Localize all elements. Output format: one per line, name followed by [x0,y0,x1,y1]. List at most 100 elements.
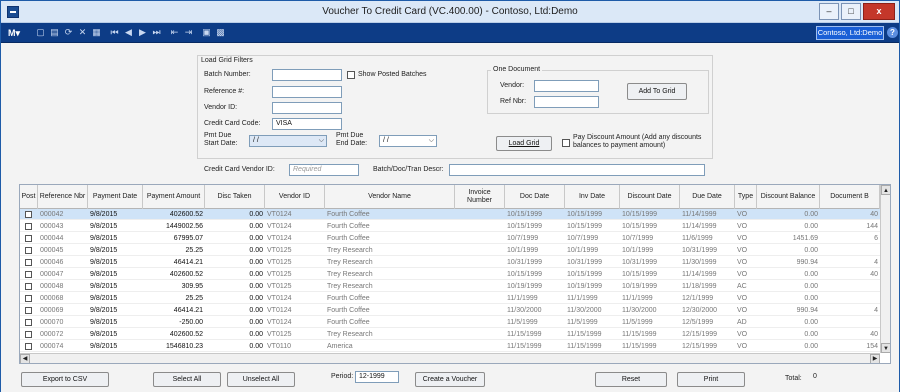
refresh-icon[interactable]: ⟳ [63,27,74,38]
print-button[interactable]: Print [677,372,745,387]
table-row[interactable]: 000046 9/8/2015 46414.21 0.00 VT0125 Trey Res… [20,257,880,269]
post-checkbox[interactable] [25,295,32,302]
cell-type: VO [737,259,748,266]
post-checkbox[interactable] [25,235,32,242]
cell-due-date: 12/30/2000 [682,307,718,314]
create-voucher-button[interactable]: Create a Voucher [415,372,485,387]
post-checkbox[interactable] [25,223,32,230]
show-posted-batches-checkbox[interactable] [347,71,355,79]
batch-descr-field[interactable] [449,164,705,176]
pay-discount-checkbox[interactable] [562,139,570,147]
last-icon[interactable]: ⏭ [151,27,162,38]
cell-disc-taken: 0.00 [249,307,263,314]
select-all-button[interactable]: Select All [153,372,221,387]
export-csv-button[interactable]: Export to CSV [21,372,109,387]
table-row[interactable]: 000043 9/8/2015 1449002.56 0.00 VT0124 Fourth… [20,221,880,233]
column-header-type[interactable]: Type [735,185,757,209]
first-icon[interactable]: ⏮ [109,27,120,38]
minimize-button[interactable]: – [819,3,839,20]
cell-payment-amount: 402600.52 [169,211,203,218]
credit-card-code-field[interactable]: VISA [272,118,342,130]
cell-payment-date: 9/8/2015 [90,283,118,290]
cell-disc-taken: 0.00 [249,295,263,302]
cell-due-date: 12/1/1999 [682,295,714,302]
period-field[interactable]: 12-1999 [355,371,399,383]
cell-discount-date: 10/15/1999 [622,271,658,278]
report-icon[interactable]: ▣ [201,27,212,38]
table-row[interactable]: 000047 9/8/2015 402600.52 0.00 VT0125 Trey Re… [20,269,880,281]
cell-type: VO [737,211,748,218]
batch-number-field[interactable] [272,69,342,81]
post-checkbox[interactable] [25,259,32,266]
column-header-doc-date[interactable]: Doc Date [505,185,565,209]
table-row[interactable]: 000072 9/8/2015 402600.52 0.00 VT0125 Trey Re… [20,329,880,341]
table-row[interactable]: 000068 9/8/2015 25.25 0.00 VT0124 Fourth Coff… [20,293,880,305]
cell-reference-nbr: 000069 [40,307,64,314]
add-to-grid-button[interactable]: Add To Grid [627,83,687,100]
table-row[interactable]: 000042 9/8/2015 402600.52 0.00 VT0124 Fourth … [20,209,880,221]
vendor-id-field[interactable] [272,102,342,114]
column-header-payment-amount[interactable]: Payment Amount [143,185,205,209]
cell-vendor-name: Trey Research [327,271,373,278]
table-row[interactable]: 000048 9/8/2015 309.95 0.00 VT0125 Trey Resea… [20,281,880,293]
previous-icon[interactable]: ◀ [123,27,134,38]
pmt-due-end-date-picker[interactable]: / / ⌵ [379,135,437,147]
new-icon[interactable]: ▢ [35,27,46,38]
column-header-discount-balance[interactable]: Discount Balance [757,185,820,209]
company-badge[interactable]: Contoso, Ltd:Demo [816,26,884,40]
column-header-payment-date[interactable]: Payment Date [88,185,143,209]
post-checkbox[interactable] [25,247,32,254]
unselect-all-button[interactable]: Unselect All [227,372,295,387]
ref-nbr-field[interactable] [534,96,599,108]
chevron-down-icon: ⌵ [318,137,324,144]
action2-icon[interactable]: ⇥ [183,27,194,38]
delete-icon[interactable]: ✕ [77,27,88,38]
app-menu-button[interactable]: M▾ [5,26,31,40]
post-checkbox[interactable] [25,271,32,278]
cell-document-balance: 40 [870,211,878,218]
scroll-down-icon[interactable]: ▼ [881,343,890,353]
reset-button[interactable]: Reset [595,372,667,387]
cell-inv-date: 10/15/1999 [567,223,603,230]
table-row[interactable]: 000044 9/8/2015 67995.07 0.00 VT0124 Fourth C… [20,233,880,245]
column-header-due-date[interactable]: Due Date [680,185,735,209]
save-icon[interactable]: ▤ [49,27,60,38]
post-checkbox[interactable] [25,307,32,314]
post-checkbox[interactable] [25,211,32,218]
horizontal-scrollbar[interactable]: ◀ ▶ [20,353,880,363]
pmt-due-start-date-picker[interactable]: / / ⌵ [249,135,327,147]
close-button[interactable]: x [863,3,895,20]
next-icon[interactable]: ▶ [137,27,148,38]
column-header-vendor-id[interactable]: Vendor ID [265,185,325,209]
one-document-vendor-field[interactable] [534,80,599,92]
post-checkbox[interactable] [25,343,32,350]
scroll-up-icon[interactable]: ▲ [881,185,890,195]
column-header-disc-taken[interactable]: Disc Taken [205,185,265,209]
table-row[interactable]: 000070 9/8/2015 -250.00 0.00 VT0124 Fourth Co… [20,317,880,329]
post-checkbox[interactable] [25,319,32,326]
cell-invoice-number [455,329,505,340]
export-icon[interactable]: ▩ [215,27,226,38]
post-checkbox[interactable] [25,331,32,338]
column-header-discount-date[interactable]: Discount Date [620,185,680,209]
column-header-document-balance[interactable]: Document B [820,185,880,209]
reference-field[interactable] [272,86,342,98]
load-grid-button[interactable]: Load Grid [496,136,552,151]
cc-vendor-id-field[interactable]: Required [289,164,359,176]
column-header-invoice-number[interactable]: Invoice Number [455,185,505,209]
post-checkbox[interactable] [25,283,32,290]
scroll-left-icon[interactable]: ◀ [20,354,30,363]
table-row[interactable]: 000074 9/8/2015 1546810.23 0.00 VT0110 Americ… [20,341,880,353]
column-header-post[interactable]: Post [20,185,38,209]
table-row[interactable]: 000069 9/8/2015 46414.21 0.00 VT0124 Fourth C… [20,305,880,317]
scroll-right-icon[interactable]: ▶ [870,354,880,363]
cancel-icon[interactable]: ▦ [91,27,102,38]
action1-icon[interactable]: ⇤ [169,27,180,38]
table-row[interactable]: 000045 9/8/2015 25.25 0.00 VT0125 Trey Resear… [20,245,880,257]
column-header-inv-date[interactable]: Inv Date [565,185,620,209]
maximize-button[interactable]: □ [841,3,861,20]
column-header-reference-nbr[interactable]: Reference Nbr [38,185,88,209]
vertical-scrollbar[interactable]: ▲ ▼ [880,185,890,353]
help-icon[interactable]: ? [887,27,898,38]
column-header-vendor-name[interactable]: Vendor Name [325,185,455,209]
